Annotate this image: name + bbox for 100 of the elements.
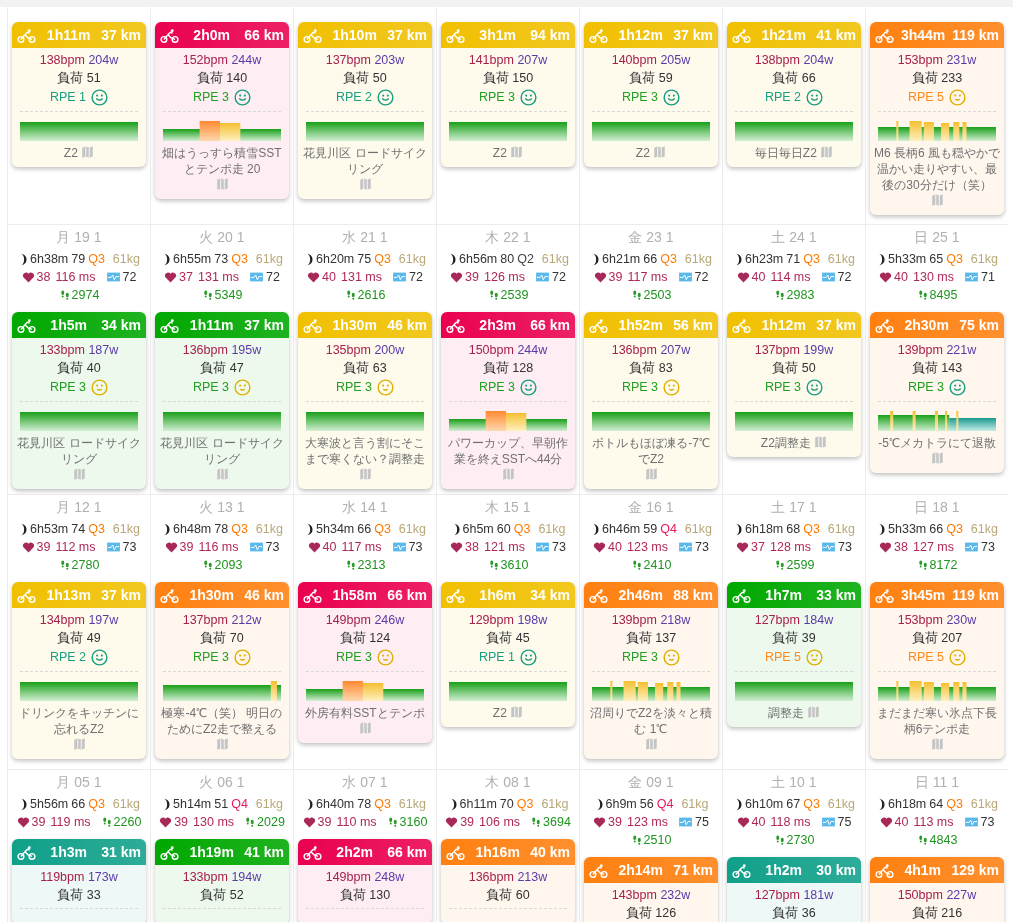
sleep-quality: Q3 [516,796,534,813]
sleep-duration: 6h18m [745,521,784,538]
power-value: 218w [660,613,691,627]
sleep-duration: 6h56m [459,251,498,268]
activity-card[interactable]: 1h52m 56 km 136bpm 207w 負荷 83 RPE 3 ボトルもほぼ凍る-7℃でZ2 [584,312,718,489]
activity-card[interactable]: 1h11m 37 km 136bpm 195w 負荷 47 RPE 3 花見川区 ロードサイクリング [155,312,289,489]
activity-card[interactable]: 1h7m 33 km 127bpm 184w 負荷 39 RPE 5 調整走 [727,582,861,727]
activity-card[interactable]: 2h3m 66 km 150bpm 244w 負荷 128 RPE 3 パワーカップ、早朝作業を終えSSTへ44分 [441,312,575,489]
activity-card[interactable]: 2h30m 75 km 139bpm 221w 負荷 143 RPE 3 -5℃メカトラにて退散 [870,312,1004,473]
rpe-value: RPE 3 [192,649,230,666]
training-load: 負荷 124 [338,630,392,647]
activity-card[interactable]: 1h12m 37 km 137bpm 199w 負荷 50 RPE 3 Z2調整走 [727,312,861,457]
stress-value: 73 [122,539,137,556]
sleep-score: 78 [214,521,229,538]
rpe-value: RPE 5 [764,649,802,666]
sleep-duration: 6h20m [316,251,355,268]
bike-icon [732,316,751,334]
activity-card[interactable]: 2h14m 71 km 143bpm 232w 負荷 126 [584,857,718,922]
ride-distance: 37 km [673,25,713,45]
resting-heart-rate: 39 [460,814,475,831]
activity-card[interactable]: 1h30m 46 km 137bpm 212w 負荷 70 RPE 3 極寒-4℃（笑） 明日のためにZ2走で整える [155,582,289,759]
stress-value: 71 [981,269,995,286]
sleep-quality: Q3 [374,251,391,268]
heart-rate: 136bpm [182,343,228,357]
activity-card[interactable]: 2h46m 88 km 139bpm 218w 負荷 137 RPE 3 沼周りでZ2を淡々と積む 1℃ [584,582,718,759]
weight-value: 61kg [684,251,712,268]
training-load: 負荷 126 [624,905,678,922]
bike-icon [17,316,36,334]
rpe-value: RPE 3 [49,379,87,396]
activity-card[interactable]: 1h3m 31 km 119bpm 173w 負荷 33 [12,839,146,922]
heart-rate: 137bpm [182,613,228,627]
stress-icon [963,816,979,828]
activity-card[interactable]: 3h45m 119 km 153bpm 230w 負荷 207 RPE 5 まだまだ寒い氷点下長柄6テンポ走 [870,582,1004,759]
activity-card[interactable]: 1h12m 37 km 140bpm 205w 負荷 59 RPE 3 Z2 [584,22,718,167]
ride-duration: 3h1m [478,25,517,45]
weight-value: 61kg [827,796,855,813]
activity-card[interactable]: 4h1m 129 km 150bpm 227w 負荷 216 [870,857,1004,922]
ride-duration: 1h58m [331,585,378,605]
activity-card[interactable]: 1h13m 37 km 134bpm 197w 負荷 49 RPE 2 ドリンクをキッチンに忘れるZ2 [12,582,146,759]
power-value: 204w [803,53,834,67]
activity-card[interactable]: 1h2m 30 km 127bpm 181w 負荷 36 [727,857,861,922]
sleep-score: 71 [786,251,801,268]
activity-card[interactable]: 1h19m 41 km 133bpm 194w 負荷 52 [155,839,289,922]
heart-rate: 149bpm [325,870,371,884]
stress-icon [535,541,550,553]
heart-rate: 138bpm [754,53,800,67]
power-value: 194w [231,870,262,884]
rpe-value: RPE 5 [907,649,945,666]
bike-icon [732,861,751,879]
day-date: 水 07 1 [341,773,389,791]
power-value: 205w [660,53,691,67]
activity-card[interactable]: 1h10m 37 km 137bpm 203w 負荷 50 RPE 2 花見川区 ロードサイクリング [298,22,432,199]
day-date: 日 11 1 [913,773,961,791]
footprints-icon [916,559,929,571]
sleep-quality: Q3 [88,251,105,268]
activity-card[interactable]: 2h0m 66 km 152bpm 244w 負荷 140 RPE 3 畑はうっすら積雪SSTとテンポ走 20 [155,22,289,199]
stress-value: 73 [408,539,423,556]
power-value: 187w [88,343,119,357]
activity-card[interactable]: 1h30m 46 km 135bpm 200w 負荷 63 RPE 3 大寒波と言う割にそこまで寒くない？調整走 [298,312,432,489]
sleep-score: 67 [786,796,801,813]
weight-value: 61kg [398,251,426,268]
rpe-value: RPE 3 [478,379,516,396]
footprints-icon [344,559,357,571]
activity-note: ドリンクをキッチンに忘れるZ2 [18,705,140,737]
weight-value: 61kg [255,251,283,268]
activity-card[interactable]: 1h58m 66 km 149bpm 246w 負荷 124 RPE 3 外房有料SSTとテンポ [298,582,432,743]
resting-heart-rate: 39 [608,814,622,831]
activity-card[interactable]: 1h16m 40 km 136bpm 213w 負荷 60 [441,839,575,922]
heart-rate: 127bpm [754,613,800,627]
sleep-duration: 5h33m [888,521,927,538]
activity-card[interactable]: 1h11m 37 km 138bpm 204w 負荷 51 RPE 1 Z2 [12,22,146,167]
weight-value: 61kg [541,251,569,268]
activity-card[interactable]: 2h2m 66 km 149bpm 248w 負荷 130 [298,839,432,922]
resting-heart-rate: 39 [31,814,46,831]
weight-value: 61kg [398,796,426,813]
step-count: 5349 [214,287,243,304]
heart-icon [21,540,35,554]
bike-icon [875,26,894,44]
heart-icon [164,540,178,554]
activity-card[interactable]: 1h5m 34 km 133bpm 187w 負荷 40 RPE 3 花見川区 ロードサイクリング [12,312,146,489]
stress-value: 72 [266,269,280,286]
footprints-icon [773,834,786,846]
step-count: 3610 [500,557,529,574]
activity-card[interactable]: 1h6m 34 km 129bpm 198w 負荷 45 RPE 1 Z2 [441,582,575,727]
day-date: 金 09 1 [627,773,675,791]
activity-card[interactable]: 1h21m 41 km 138bpm 204w 負荷 66 RPE 2 毎日毎日Z2 [727,22,861,167]
footprints-icon [530,816,543,828]
power-value: 203w [374,53,405,67]
activity-card[interactable]: 3h1m 94 km 141bpm 207w 負荷 150 RPE 3 Z2 [441,22,575,167]
ride-duration: 2h0m [192,25,231,45]
ride-distance: 34 km [101,315,141,335]
heart-icon [164,270,178,284]
stress-icon [105,541,121,553]
sleep-duration: 6h55m [173,251,212,268]
activity-card[interactable]: 3h44m 119 km 153bpm 231w 負荷 233 RPE 5 M6 長柄6 風も穏やかで温かい走りやすい、最後の30分だけ（笑） [870,22,1004,215]
step-count: 2974 [71,287,100,304]
ride-distance: 46 km [387,315,427,335]
bike-icon [446,316,465,334]
sleep-duration: 6h9m [605,796,637,813]
hrv-value: 131 ms [341,269,382,286]
